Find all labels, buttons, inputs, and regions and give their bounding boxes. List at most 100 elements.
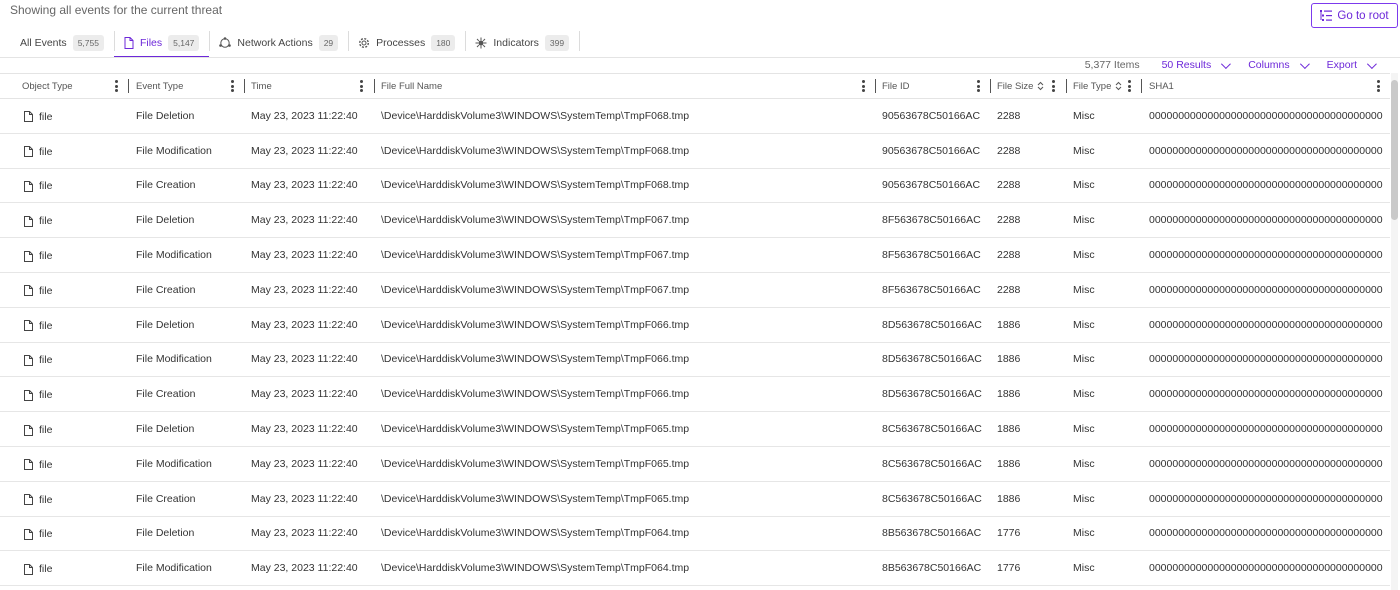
- tab-files[interactable]: Files 5,147: [113, 28, 210, 58]
- table-row[interactable]: file File Modification May 23, 2023 11:2…: [0, 343, 1390, 378]
- time-cell: May 23, 2023 11:22:40: [251, 144, 358, 157]
- event-type-cell: File Deletion: [136, 214, 195, 227]
- go-to-root-button[interactable]: Go to root: [1311, 3, 1398, 28]
- sha1-cell: 0000000000000000000000000000000000000000: [1149, 179, 1383, 192]
- file-type-cell: Misc: [1073, 249, 1095, 262]
- column-header-file-type[interactable]: File Type: [1073, 74, 1141, 98]
- file-type-cell: Misc: [1073, 214, 1095, 227]
- object-type-text: file: [39, 354, 53, 367]
- column-divider[interactable]: [875, 79, 876, 93]
- file-id-cell: 8D563678C50166AC: [882, 318, 982, 331]
- results-per-page-dropdown[interactable]: 50 Results: [1161, 58, 1232, 71]
- file-type-cell: Misc: [1073, 318, 1095, 331]
- object-type-text: file: [39, 180, 53, 193]
- column-header-file-size[interactable]: File Size: [997, 74, 1065, 98]
- table-body: file File Deletion May 23, 2023 11:22:40…: [0, 99, 1390, 587]
- column-menu-icon[interactable]: [115, 80, 118, 92]
- time-cell: May 23, 2023 11:22:40: [251, 318, 358, 331]
- column-menu-icon[interactable]: [1128, 80, 1131, 92]
- file-full-name-cell: \Device\HarddiskVolume3\WINDOWS\SystemTe…: [381, 249, 690, 262]
- file-icon: [24, 494, 33, 506]
- column-header-event-type[interactable]: Event Type: [136, 74, 244, 98]
- column-header-file-id[interactable]: File ID: [882, 74, 990, 98]
- file-icon: [24, 285, 33, 297]
- column-header-sha1[interactable]: SHA1: [1149, 74, 1390, 98]
- tab-count-badge: 5,755: [72, 35, 104, 51]
- file-full-name-cell: \Device\HarddiskVolume3\WINDOWS\SystemTe…: [381, 353, 690, 366]
- results-label: 50 Results: [1161, 59, 1212, 71]
- file-size-cell: 2288: [997, 249, 1021, 262]
- file-icon: [24, 528, 33, 540]
- column-menu-icon[interactable]: [360, 80, 363, 92]
- sort-icon[interactable]: [1115, 81, 1122, 91]
- file-id-cell: 8C563678C50166AC: [882, 423, 982, 436]
- object-type-cell: file: [24, 308, 52, 342]
- column-header-time[interactable]: Time: [251, 74, 373, 98]
- table-row[interactable]: file File Creation May 23, 2023 11:22:40…: [0, 377, 1390, 413]
- tab-processes[interactable]: Processes 180: [348, 28, 465, 58]
- table-row[interactable]: file File Deletion May 23, 2023 11:22:40…: [0, 99, 1390, 134]
- scrollbar-thumb[interactable]: [1391, 80, 1398, 220]
- file-size-cell: 2288: [997, 283, 1021, 296]
- file-id-cell: 90563678C50166AC: [882, 179, 981, 192]
- column-menu-icon[interactable]: [231, 80, 234, 92]
- columns-dropdown[interactable]: Columns: [1248, 58, 1310, 71]
- table-row[interactable]: file File Creation May 23, 2023 11:22:40…: [0, 273, 1390, 308]
- table-row[interactable]: file File Modification May 23, 2023 11:2…: [0, 447, 1390, 482]
- table-row[interactable]: file File Deletion May 23, 2023 11:22:40…: [0, 517, 1390, 552]
- sort-icon[interactable]: [1037, 81, 1044, 91]
- table-row[interactable]: file File Modification May 23, 2023 11:2…: [0, 238, 1390, 273]
- column-divider[interactable]: [374, 79, 375, 93]
- column-menu-icon[interactable]: [977, 80, 980, 92]
- tree-list-icon: [1320, 10, 1333, 21]
- column-divider[interactable]: [1141, 79, 1142, 93]
- export-dropdown[interactable]: Export: [1326, 58, 1377, 71]
- table-row[interactable]: file File Deletion May 23, 2023 11:22:40…: [0, 412, 1390, 447]
- event-tabs: All Events 5,755 Files 5,147 Network Act…: [10, 28, 581, 58]
- table-row[interactable]: file File Creation May 23, 2023 11:22:40…: [0, 482, 1390, 517]
- column-menu-icon[interactable]: [1052, 80, 1055, 92]
- time-cell: May 23, 2023 11:22:40: [251, 423, 358, 436]
- table-row[interactable]: file File Deletion May 23, 2023 11:22:40…: [0, 308, 1390, 343]
- chevron-down-icon: [1299, 58, 1310, 69]
- event-type-cell: File Deletion: [136, 423, 195, 436]
- file-icon: [24, 354, 33, 366]
- object-type-text: file: [39, 110, 53, 123]
- column-menu-icon[interactable]: [1377, 80, 1380, 92]
- file-id-cell: 8D563678C50166AC: [882, 353, 982, 366]
- column-menu-icon[interactable]: [862, 80, 865, 92]
- column-header-file-full-name[interactable]: File Full Name: [381, 74, 875, 98]
- chevron-down-icon: [1366, 58, 1377, 69]
- table-row[interactable]: file File Modification May 23, 2023 11:2…: [0, 134, 1390, 169]
- tab-count-badge: 399: [544, 35, 570, 51]
- table-toolbar: 5,377 Items 50 Results Columns Export: [1085, 58, 1377, 72]
- column-divider[interactable]: [128, 79, 129, 93]
- column-divider[interactable]: [244, 79, 245, 93]
- tab-network-actions[interactable]: Network Actions 29: [209, 28, 348, 58]
- export-label: Export: [1326, 59, 1357, 71]
- object-type-text: file: [39, 284, 53, 297]
- tab-label: Network Actions: [237, 37, 313, 49]
- column-divider[interactable]: [990, 79, 991, 93]
- column-title: SHA1: [1149, 80, 1174, 92]
- column-header-object-type[interactable]: Object Type: [22, 74, 128, 98]
- file-size-cell: 2288: [997, 109, 1021, 122]
- tab-all-events[interactable]: All Events 5,755: [10, 28, 114, 58]
- event-type-cell: File Modification: [136, 144, 212, 157]
- table-row[interactable]: file File Creation May 23, 2023 11:22:40…: [0, 169, 1390, 204]
- object-type-cell: file: [24, 551, 52, 585]
- tab-count-badge: 5,147: [168, 35, 200, 51]
- file-id-cell: 90563678C50166AC: [882, 144, 981, 157]
- object-type-cell: file: [24, 447, 52, 481]
- column-divider[interactable]: [1066, 79, 1067, 93]
- chevron-down-icon: [1221, 58, 1232, 69]
- object-type-cell: file: [24, 169, 52, 203]
- tab-count-badge: 29: [318, 35, 339, 51]
- tab-indicators[interactable]: Indicators 399: [465, 28, 579, 58]
- sha1-cell: 0000000000000000000000000000000000000000: [1149, 318, 1383, 331]
- table-row[interactable]: file File Deletion May 23, 2023 11:22:40…: [0, 203, 1390, 239]
- time-cell: May 23, 2023 11:22:40: [251, 353, 358, 366]
- file-icon: [24, 146, 33, 158]
- event-type-cell: File Modification: [136, 353, 212, 366]
- table-row[interactable]: file File Modification May 23, 2023 11:2…: [0, 551, 1390, 587]
